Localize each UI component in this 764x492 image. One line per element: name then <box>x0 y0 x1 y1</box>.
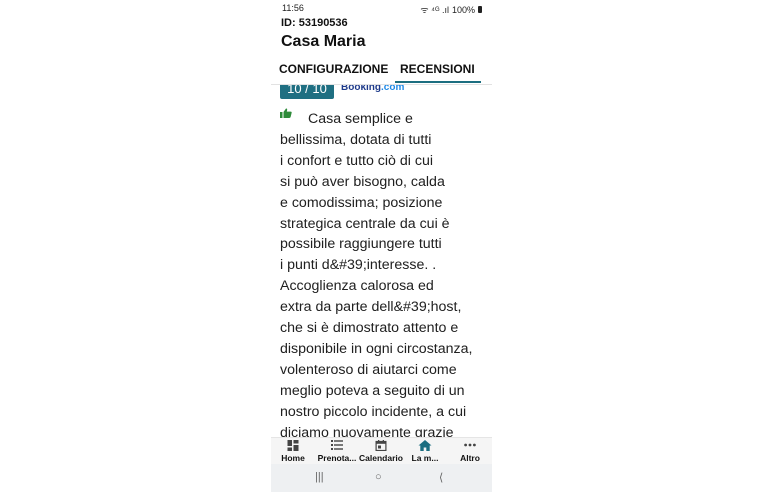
bottom-navigation: Home Prenota... Calendario La m... Altro <box>271 437 492 465</box>
phone-screen: 11:56 ᯤ ⁴ᴳ .ıl 100% ID: 53190536 Casa Ma… <box>271 0 492 492</box>
review-line: i punti d&#39;interesse. . <box>280 257 437 274</box>
property-id: ID: 53190536 <box>281 17 348 29</box>
nav-altro-label: Altro <box>460 453 480 463</box>
house-icon <box>418 440 432 451</box>
review-line: bellissima, dotata di tutti <box>280 131 432 148</box>
review-text: Casa semplice e bellissima, dotata di tu… <box>280 109 486 437</box>
battery-icon <box>478 6 482 13</box>
status-time: 11:56 <box>282 3 304 13</box>
review-score-badge: 10 / 10 <box>280 85 334 99</box>
recents-icon[interactable]: ||| <box>315 471 324 483</box>
review-line: volenteroso di aiutarci come <box>280 361 457 378</box>
review-line: strategica centrale da cui è <box>280 215 450 232</box>
nav-la-mia-struttura[interactable]: La m... <box>404 438 446 465</box>
status-icons: ᯤ ⁴ᴳ .ıl 100% <box>420 3 482 16</box>
review-source-domain: .com <box>381 85 405 93</box>
review-line: diciamo nuovamente grazie <box>280 424 454 437</box>
review-line: Accoglienza calorosa ed <box>280 278 434 295</box>
status-bar: 11:56 ᯤ ⁴ᴳ .ıl 100% <box>271 0 492 15</box>
home-circle-icon[interactable]: ○ <box>375 471 382 483</box>
more-icon <box>464 443 476 447</box>
review-source-name: Booking <box>341 85 381 93</box>
review-source-logo: Booking.com <box>341 85 404 93</box>
tab-recensioni[interactable]: RECENSIONI <box>400 62 475 76</box>
review-line: e comodissima; posizione <box>280 194 443 211</box>
review-line: nostro piccolo incidente, a cui <box>280 403 467 420</box>
tab-bar: CONFIGURAZIONE RECENSIONI <box>271 60 492 84</box>
review-line: Casa semplice e <box>308 111 413 127</box>
review-line: si può aver bisogno, calda <box>280 173 445 190</box>
signal-icon: ᯤ ⁴ᴳ .ıl <box>420 5 449 15</box>
review-line: che si è dimostrato attento e <box>280 320 459 337</box>
nav-home[interactable]: Home <box>272 438 314 465</box>
review-line: possibile raggiungere tutti <box>280 236 442 253</box>
review-line: meglio poteva a seguito di un <box>280 382 465 399</box>
page-title: Casa Maria <box>281 33 366 50</box>
review-line: i confort e tutto ciò di cui <box>280 152 433 169</box>
battery-level: 100% <box>451 4 475 15</box>
review-line: disponibile in ogni circostanza, <box>280 340 473 357</box>
back-icon[interactable]: ⟨ <box>439 471 443 484</box>
system-navigation-bar: ||| ○ ⟨ <box>271 464 492 492</box>
nav-prenotazioni[interactable]: Prenota... <box>316 438 358 465</box>
list-icon <box>331 440 343 450</box>
nav-calendario[interactable]: Calendario <box>359 438 403 465</box>
nav-altro[interactable]: Altro <box>449 438 491 465</box>
dashboard-icon <box>287 440 299 451</box>
review-line: extra da parte dell&#39;host, <box>280 299 462 316</box>
active-tab-indicator <box>395 81 481 83</box>
tab-configurazione[interactable]: CONFIGURAZIONE <box>279 62 388 76</box>
review-scroll-area[interactable]: 10 / 10 Booking.com Casa semplice e bell… <box>271 85 492 437</box>
calendar-icon <box>375 440 387 451</box>
